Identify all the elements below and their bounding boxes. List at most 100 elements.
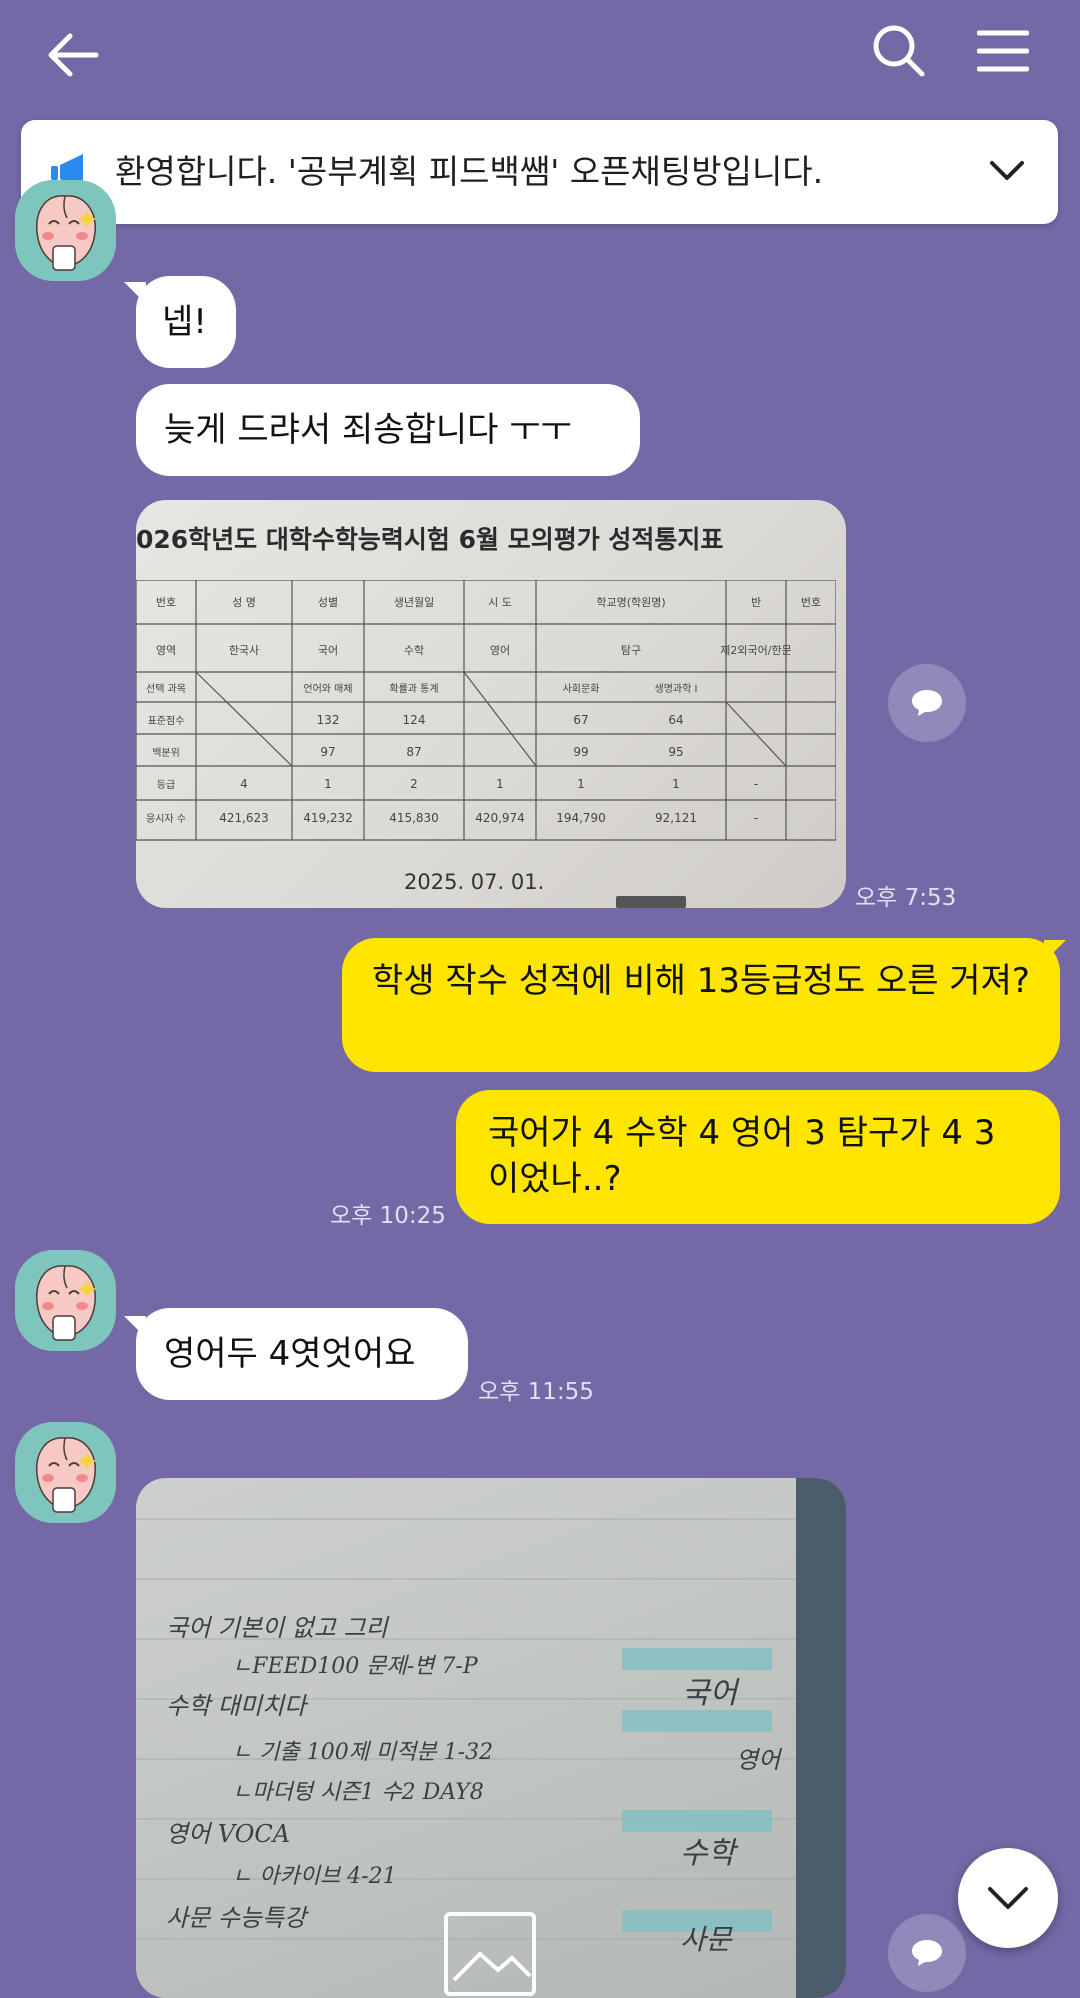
message-bubble[interactable]: 넵! — [136, 276, 236, 368]
table-value-cell: 1 — [496, 777, 504, 791]
table-row-label: 백분위 — [152, 746, 180, 759]
my-message-bubble[interactable]: 국어가 4 수학 4 영어 3 탐구가 4 3 이었나..? — [456, 1090, 1060, 1224]
note-line: ㄴ 기출 100제 미적분 1-32 — [232, 1740, 494, 1765]
table-subject-cell: 한국사 — [229, 644, 259, 657]
share-button[interactable] — [888, 664, 966, 742]
menu-button[interactable] — [968, 16, 1038, 86]
tab-label: 수학 — [680, 1836, 736, 1871]
table-header-cell: 번호 — [156, 596, 176, 609]
note-line: ㄴ 아카이브 4-21 — [232, 1864, 397, 1889]
notebook-binding — [796, 1478, 846, 1998]
table-value-cell: 420,974 — [475, 811, 525, 825]
peach-character-icon — [36, 195, 96, 271]
search-button[interactable] — [864, 16, 934, 86]
table-value-cell: 99 — [573, 745, 588, 759]
share-button[interactable] — [888, 1914, 966, 1992]
avatar[interactable] — [15, 180, 116, 281]
arrow-left-icon — [48, 33, 99, 77]
image-placeholder-icon — [444, 1912, 536, 1996]
message-time: 오후 10:25 — [330, 1203, 446, 1229]
table-value-cell: 419,232 — [303, 811, 353, 825]
peach-character-icon — [36, 1437, 96, 1513]
message-text: 넵! — [162, 302, 207, 342]
table-value-cell: 4 — [240, 777, 248, 791]
tab-label: 영어 — [736, 1746, 781, 1774]
chat-bubble-icon — [912, 690, 942, 716]
bubble-tail — [1044, 940, 1066, 962]
notice-banner[interactable]: 환영합니다. '공부계획 피드백쌤' 오픈채팅방입니다. — [21, 120, 1058, 224]
search-icon — [873, 25, 925, 77]
table-value-cell: 1 — [577, 777, 585, 791]
table-header-cell: 성 명 — [232, 596, 256, 609]
table-subject-cell: 탐구 — [621, 644, 641, 657]
table-header-cell: 학교명(학원명) — [596, 596, 665, 609]
table-value-cell: 2 — [410, 777, 418, 791]
chevron-down-icon — [988, 1887, 1028, 1909]
back-button[interactable] — [38, 20, 108, 90]
table-subject-cell: 영역 — [156, 644, 176, 657]
scroll-to-bottom-button[interactable] — [958, 1848, 1058, 1948]
photo-study-notes[interactable]: 국어 기본이 없고 그리 ㄴFEED100 문제-변 7-P 수학 대미치다 ㄴ… — [136, 1478, 846, 1998]
my-message-bubble[interactable]: 학생 작수 성적에 비해 13등급정도 오른 거져? — [342, 938, 1060, 1072]
tab-label: 사문 — [680, 1923, 732, 1956]
notice-text: 환영합니다. '공부계획 피드백쌤' 오픈채팅방입니다. — [115, 152, 824, 191]
table-value-cell: 1 — [324, 777, 332, 791]
top-bar — [0, 0, 1080, 110]
table-diagonal — [195, 671, 293, 767]
note-line: ㄴ마더텅 시즌1 수2 DAY8 — [232, 1780, 484, 1805]
table-select-cell: 확률과 통계 — [389, 683, 438, 695]
table-value-cell: 97 — [320, 745, 335, 759]
table-header-cell: 생년월일 — [394, 595, 434, 609]
doc-date: 2025. 07. 01. — [404, 870, 545, 894]
doc-title: 026학년도 대학수학능력시험 6월 모의평가 성적통지표 — [136, 525, 724, 554]
message-time: 오후 11:55 — [478, 1379, 594, 1405]
table-header-cell: 성별 — [318, 596, 338, 609]
table-select-cell: 생명과학 I — [655, 683, 698, 695]
table-subject-cell: 국어 — [318, 644, 338, 657]
table-value-cell: - — [754, 811, 758, 825]
table-value-cell: 415,830 — [389, 811, 439, 825]
table-value-cell: 124 — [403, 713, 426, 727]
table-value-cell: 95 — [668, 745, 683, 759]
table-row-label: 등급 — [157, 779, 175, 791]
table-value-cell: 87 — [406, 745, 421, 759]
table-value-cell: - — [754, 777, 758, 791]
table-value-cell: 194,790 — [556, 811, 606, 825]
table-subject-cell: 제2외국어/한문 — [720, 644, 791, 657]
table-value-cell: 64 — [668, 713, 683, 727]
message-bubble[interactable]: 영어두 4엿엇어요 — [136, 1308, 468, 1400]
table-select-cell: 사회문화 — [563, 683, 600, 695]
highlight-tab — [622, 1648, 772, 1670]
table-value-cell: 1 — [672, 777, 680, 791]
table-header-cell: 번호 — [801, 596, 821, 609]
message-text: 늦게 드랴서 죄송합니다 ㅜㅜ — [164, 410, 572, 450]
peach-character-icon — [36, 1265, 96, 1341]
message-text: 국어가 4 수학 4 영어 3 탐구가 4 3 이었나..? — [488, 1113, 996, 1199]
score-table: 번호 성 명 성별 생년월일 시 도 학교명(학원명) 반 번호영역 한국사 국어 수학 영어 탐구 제2… — [136, 580, 836, 841]
note-line: ㄴFEED100 문제-변 7-P — [232, 1654, 478, 1679]
table-header-cell: 시 도 — [488, 596, 512, 609]
tab-label: 국어 — [682, 1676, 738, 1711]
message-text: 학생 작수 성적에 비해 13등급정도 오른 거져? — [372, 961, 1030, 1001]
note-line: 수학 대미치다 — [166, 1692, 307, 1720]
message-time: 오후 7:53 — [855, 885, 957, 911]
table-diagonal — [463, 671, 537, 767]
avatar[interactable] — [15, 1422, 116, 1523]
photo-score-report[interactable]: 026학년도 대학수학능력시험 6월 모의평가 성적통지표 번호 성 명 성별 생년월… — [136, 500, 846, 908]
note-line: 사문 수능특강 — [166, 1904, 307, 1932]
table-subject-cell: 영어 — [490, 644, 510, 657]
table-row-label: 응시자 수 — [146, 813, 186, 825]
table-subject-cell: 수학 — [404, 644, 424, 657]
chevron-down-icon[interactable] — [989, 158, 1025, 184]
doc-stamp — [616, 896, 686, 908]
table-select-cell: 언어와 매체 — [303, 683, 352, 695]
highlight-tab — [622, 1710, 772, 1732]
note-line: 국어 기본이 없고 그리 — [166, 1614, 388, 1642]
avatar[interactable] — [15, 1250, 116, 1351]
message-bubble[interactable]: 늦게 드랴서 죄송합니다 ㅜㅜ — [136, 384, 640, 476]
table-value-cell: 67 — [573, 713, 588, 727]
table-header-cell: 반 — [751, 596, 761, 609]
table-select-cell: 선택 과목 — [146, 683, 186, 695]
message-text: 영어두 4엿엇어요 — [164, 1334, 416, 1374]
table-row-label: 표준점수 — [148, 715, 185, 727]
